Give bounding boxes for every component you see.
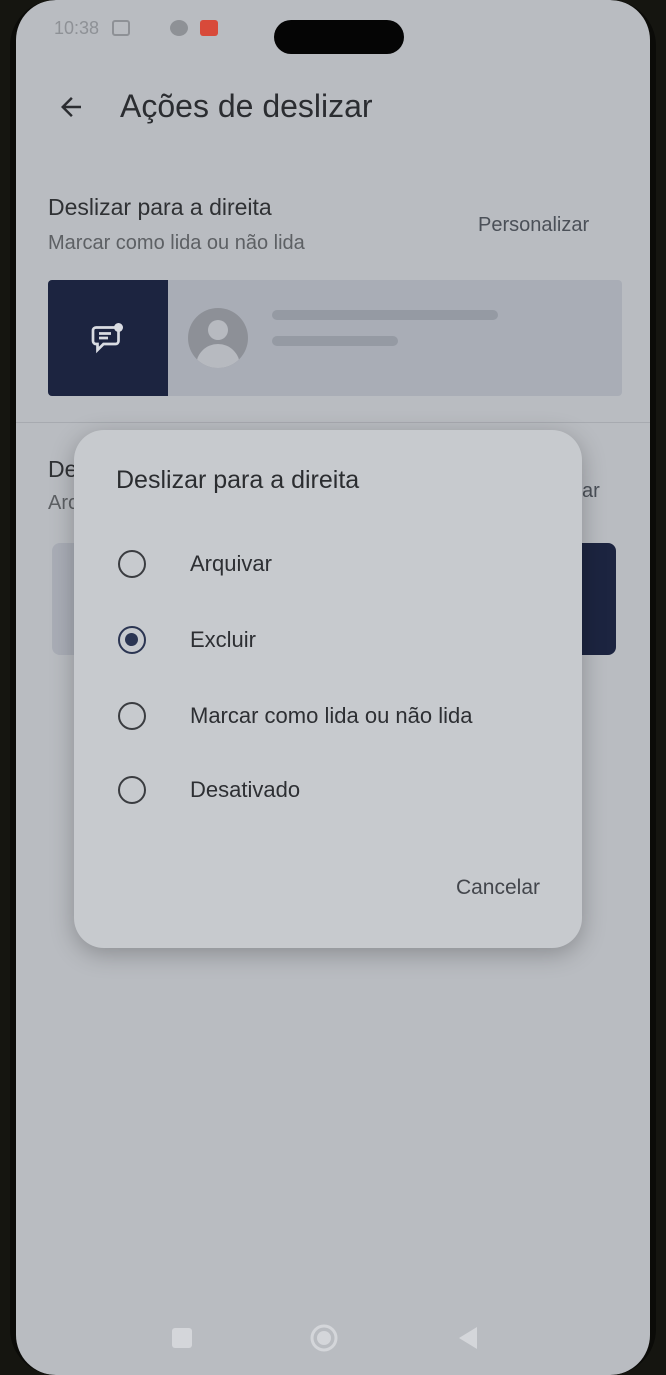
circle-home-icon <box>310 1324 338 1352</box>
radio-button[interactable] <box>118 776 146 804</box>
dialog-title: Deslizar para a direita <box>116 466 360 494</box>
system-back-button[interactable] <box>448 1318 488 1358</box>
preview-action <box>48 280 168 396</box>
settings-icon <box>170 20 188 36</box>
swipe-action-dialog: Deslizar para a direita Arquivar Excluir… <box>74 430 582 948</box>
nav-bar <box>16 1300 650 1370</box>
camera-notch <box>274 20 404 54</box>
customize-swipe-left-button[interactable]: ar <box>582 480 600 503</box>
notification-icon <box>200 20 218 36</box>
option-mark-read-unread[interactable]: Marcar como lida ou não lida <box>108 686 568 746</box>
swipe-right-title: Deslizar para a direita <box>48 194 272 220</box>
home-button[interactable] <box>304 1318 344 1358</box>
radio-button-selected[interactable] <box>118 626 146 654</box>
recents-button[interactable] <box>162 1318 202 1358</box>
page-title: Ações de deslizar <box>120 88 373 124</box>
preview-line-2 <box>272 336 398 346</box>
screen: 10:38 Ações de deslizar Deslizar para a … <box>16 0 650 1375</box>
option-label: Arquivar <box>190 551 272 576</box>
triangle-back-icon <box>459 1327 477 1349</box>
section-divider <box>16 422 650 423</box>
swipe-left-title: De <box>48 456 78 482</box>
option-archive[interactable]: Arquivar <box>108 534 568 594</box>
mark-read-icon <box>91 323 123 354</box>
arrow-left-icon <box>61 97 81 117</box>
status-time: 10:38 <box>54 18 100 38</box>
option-label: Marcar como lida ou não lida <box>190 703 473 728</box>
avatar <box>188 308 248 368</box>
option-label: Excluir <box>190 627 257 652</box>
option-label: Desativado <box>190 777 301 802</box>
option-delete[interactable]: Excluir <box>108 610 568 670</box>
phone-frame: 10:38 Ações de deslizar Deslizar para a … <box>10 0 656 1375</box>
swipe-right-preview <box>48 280 622 396</box>
back-button[interactable] <box>48 84 94 130</box>
radio-button[interactable] <box>118 702 146 730</box>
swipe-right-action: Marcar como lida ou não lida <box>48 232 305 254</box>
gallery-icon <box>112 20 130 36</box>
square-recents-icon <box>172 1328 192 1348</box>
radio-button[interactable] <box>118 550 146 578</box>
customize-swipe-right-button[interactable]: Personalizar <box>478 214 589 237</box>
cancel-button[interactable]: Cancelar <box>456 876 540 900</box>
preview-line-1 <box>272 310 498 320</box>
option-disabled[interactable]: Desativado <box>108 760 568 820</box>
